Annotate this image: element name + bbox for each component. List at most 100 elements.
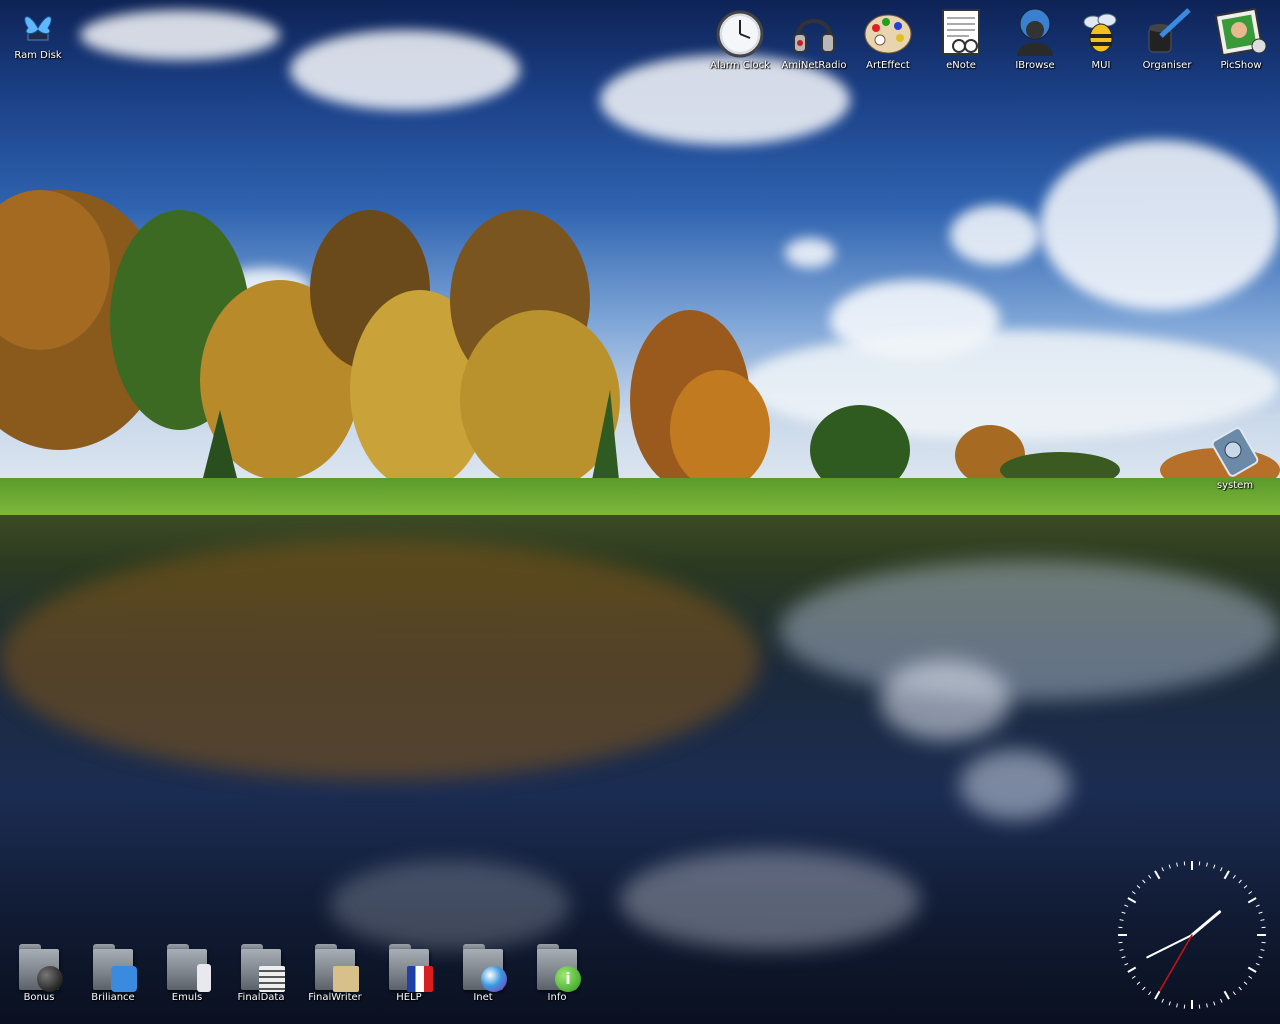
clock-tick — [1213, 864, 1216, 869]
finalwriter-label: FinalWriter — [308, 992, 362, 1003]
organiser-launcher[interactable]: Organiser — [1132, 6, 1202, 71]
globe-folder-icon — [457, 938, 509, 992]
bonus-label: Bonus — [23, 992, 55, 1003]
arteffect-label: ArtEffect — [866, 60, 910, 71]
wallpaper-reflection — [960, 750, 1070, 820]
clock-tick — [1124, 963, 1129, 966]
ibrowse-launcher[interactable]: IBrowse — [1000, 6, 1070, 71]
info-folder-icon: i — [531, 938, 583, 992]
clock-tick — [1258, 911, 1263, 914]
clock-tick — [1220, 998, 1223, 1003]
clock-tick — [1136, 885, 1141, 889]
info-label: Info — [547, 992, 567, 1003]
desktop[interactable]: Ram Disk Alarm Clock AmiNetRadio ArtEffe… — [0, 0, 1280, 1024]
clock-tick — [1238, 879, 1242, 884]
clock-tick — [1243, 981, 1248, 985]
clock-tick — [1176, 862, 1178, 867]
clock-tick — [1258, 956, 1263, 959]
alarm-clock-launcher[interactable]: Alarm Clock — [705, 6, 775, 71]
clock-tick — [1131, 891, 1136, 895]
organiser-label: Organiser — [1142, 60, 1192, 71]
clock-tick — [1127, 966, 1137, 973]
butterfly-ramdisk-icon — [18, 8, 58, 48]
clock-tick — [1124, 904, 1129, 907]
analog-clock-widget — [1118, 861, 1266, 1009]
clock-tick — [1247, 966, 1257, 973]
clock-tick — [1161, 867, 1164, 872]
clock-tick — [1168, 1001, 1171, 1006]
mui-label: MUI — [1091, 60, 1111, 71]
clock-tick — [1119, 919, 1124, 921]
wallpaper-cloud — [80, 10, 280, 60]
notepad-icon — [935, 6, 987, 58]
arteffect-launcher[interactable]: ArtEffect — [853, 6, 923, 71]
bonus-drawer[interactable]: Bonus — [4, 938, 74, 1003]
french-flag-folder-icon — [383, 938, 435, 992]
clock-tick — [1223, 870, 1230, 880]
emuls-drawer[interactable]: Emuls — [152, 938, 222, 1003]
aminetradio-launcher[interactable]: AmiNetRadio — [779, 6, 849, 71]
clock-tick — [1127, 897, 1137, 904]
clock-tick — [1260, 949, 1265, 951]
clock-tick — [1238, 986, 1242, 991]
clock-tick — [1131, 975, 1136, 979]
clock-tick — [1223, 990, 1230, 1000]
info-icon: i — [555, 966, 581, 992]
system-drive-icon-button[interactable]: system — [1200, 426, 1270, 491]
hard-drive-icon — [1209, 426, 1261, 478]
clock-tick — [1148, 874, 1152, 879]
wallpaper-cloud — [290, 30, 520, 110]
clock-tick — [1248, 975, 1253, 979]
finalwriter-drawer[interactable]: FinalWriter — [300, 938, 370, 1003]
bomb-icon — [37, 966, 63, 992]
mui-launcher[interactable]: MUI — [1066, 6, 1136, 71]
clock-tick — [1121, 911, 1126, 914]
finaldata-label: FinalData — [237, 992, 285, 1003]
wallpaper-reflection — [330, 860, 570, 950]
wallpaper-reflection — [780, 560, 1280, 700]
paint-cup-icon — [111, 966, 137, 992]
briliance-drawer[interactable]: Briliance — [78, 938, 148, 1003]
clock-tick — [1255, 904, 1260, 907]
clock-tick — [1260, 919, 1265, 921]
clock-tick — [1248, 891, 1253, 895]
info-drawer[interactable]: i Info — [522, 938, 592, 1003]
ram-disk-icon-button[interactable]: Ram Disk — [3, 8, 73, 61]
books-folder-icon — [235, 938, 287, 992]
wallpaper-trees — [0, 190, 1280, 495]
inet-label: Inet — [473, 992, 493, 1003]
help-label: HELP — [396, 992, 422, 1003]
finaldata-drawer[interactable]: FinalData — [226, 938, 296, 1003]
bee-icon — [1075, 6, 1127, 58]
clock-tick — [1206, 862, 1208, 867]
emuls-label: Emuls — [171, 992, 203, 1003]
clock-tick — [1119, 949, 1124, 951]
clock-tick — [1232, 874, 1236, 879]
bomb-folder-icon — [13, 938, 65, 992]
clock-tick — [1206, 1003, 1208, 1008]
ibrowse-label: IBrowse — [1015, 60, 1055, 71]
wallpaper-reflection — [880, 660, 1010, 740]
picture-icon — [1214, 6, 1267, 58]
system-label: system — [1216, 480, 1254, 491]
alarm-clock-label: Alarm Clock — [710, 60, 770, 71]
computer-tower-icon — [197, 964, 211, 992]
enote-launcher[interactable]: eNote — [926, 6, 996, 71]
help-drawer[interactable]: HELP — [374, 938, 444, 1003]
aminetradio-label: AmiNetRadio — [781, 60, 847, 71]
paint-cup-folder-icon — [87, 938, 139, 992]
paint-palette-icon — [862, 6, 914, 58]
inet-drawer[interactable]: Inet — [448, 938, 518, 1003]
clock-tick — [1121, 956, 1126, 959]
clock-tick — [1168, 864, 1171, 869]
wallpaper-reflection — [0, 540, 760, 780]
clock-tick — [1161, 998, 1164, 1003]
clock-tick — [1142, 879, 1146, 884]
clock-tick — [1243, 885, 1248, 889]
clock-tick — [1220, 867, 1223, 872]
clock-tick — [1232, 991, 1236, 996]
briliance-label: Briliance — [91, 992, 135, 1003]
picshow-launcher[interactable]: PicShow — [1206, 6, 1276, 71]
clock-tick — [1154, 870, 1161, 880]
alarm-clock-icon — [714, 6, 766, 58]
